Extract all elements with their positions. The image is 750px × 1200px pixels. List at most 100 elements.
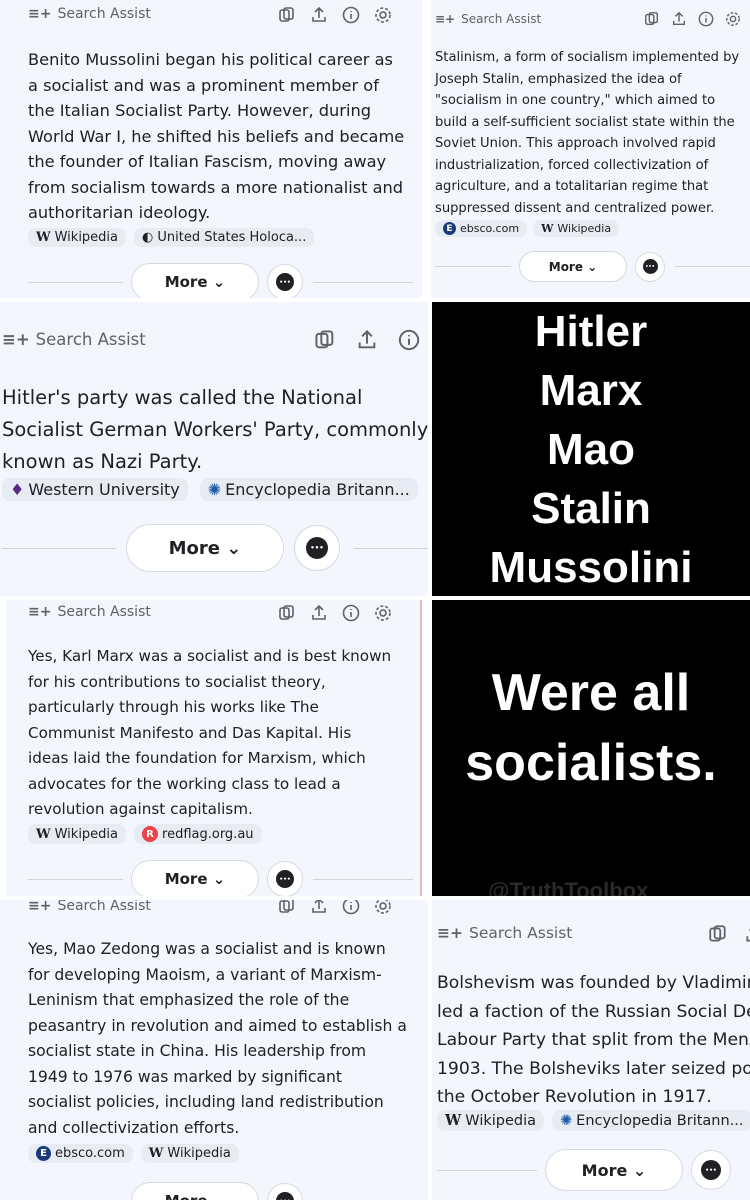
gear-icon[interactable]: [374, 900, 392, 915]
more-label: More: [164, 273, 208, 291]
chat-button[interactable]: •••: [267, 1183, 303, 1200]
source-chip-wikipedia[interactable]: W Wikipedia: [437, 1110, 545, 1131]
chip-label: Wikipedia: [54, 230, 119, 245]
copy-icon[interactable]: [278, 6, 296, 24]
search-assist-header: ≡+ Search Assist: [437, 924, 572, 942]
panel-marx: ≡+ Search Assist Yes, Karl Marx was a so…: [6, 600, 422, 896]
sparkle-icon: ≡+: [437, 924, 463, 942]
socialists-panel: Were all socialists. @TruthToolbox: [432, 600, 750, 896]
panel-stalin: ≡+ Search Assist Stalinism, a form of so…: [431, 0, 750, 298]
header-icons: [278, 6, 392, 24]
search-assist-header: ≡+ Search Assist: [28, 6, 151, 22]
name-stalin: Stalin: [531, 483, 651, 533]
chevron-down-icon: ⌄: [212, 273, 226, 291]
share-icon[interactable]: [356, 329, 378, 351]
names-panel: Hitler Marx Mao Stalin Mussolini: [432, 302, 750, 596]
chip-label: Wikipedia: [167, 1146, 231, 1161]
copy-icon[interactable]: [278, 604, 296, 622]
copy-icon[interactable]: [708, 924, 728, 944]
more-button[interactable]: More ⌄: [131, 263, 259, 298]
header-label: Search Assist: [57, 900, 151, 914]
source-chip-ebsco[interactable]: Eebsco.com: [28, 1144, 133, 1163]
chip-label: Western University: [28, 480, 180, 499]
share-icon[interactable]: [310, 6, 328, 24]
wikipedia-icon: W: [36, 230, 51, 245]
divider: [28, 878, 123, 880]
source-chip-wikipedia[interactable]: W Wikipedia: [140, 1144, 239, 1163]
header-icons: [278, 604, 392, 622]
share-icon[interactable]: [744, 924, 750, 944]
more-row: More ⌄ •••: [435, 251, 750, 282]
copy-icon[interactable]: [644, 11, 660, 27]
header-icons: [314, 329, 420, 351]
source-chip-britannica[interactable]: ✺ Encyclopedia Britann...: [552, 1110, 750, 1131]
chip-label: ebsco.com: [55, 1146, 125, 1161]
copy-icon[interactable]: [314, 329, 336, 351]
chevron-down-icon: ⌄: [587, 259, 598, 274]
chip-label: United States Holoca...: [157, 230, 307, 245]
info-icon[interactable]: [398, 329, 420, 351]
chevron-down-icon: ⌄: [226, 537, 242, 559]
wikipedia-icon: W: [148, 1146, 164, 1161]
name-mao: Mao: [547, 424, 635, 474]
chevron-down-icon: ⌄: [213, 1192, 226, 1200]
source-chip-wikipedia[interactable]: W Wikipedia: [28, 228, 127, 247]
source-chip-redflag[interactable]: Rredflag.org.au: [134, 824, 262, 844]
answer-text: Bolshevism was founded by Vladimir Lenin…: [437, 973, 750, 1107]
more-row: More ⌄ •••: [28, 1182, 413, 1200]
source-chip-holocaust-museum[interactable]: ◐ United States Holoca...: [134, 228, 315, 247]
chevron-down-icon: ⌄: [212, 870, 226, 888]
panel-mao: ≡+ Search Assist Yes, Mao Zedong was a s…: [0, 900, 428, 1200]
chevron-down-icon: ⌄: [632, 1160, 647, 1180]
sparkle-icon: ≡+: [28, 6, 52, 22]
more-label: More: [548, 259, 583, 274]
chat-button[interactable]: •••: [691, 1150, 731, 1190]
more-button[interactable]: More ⌄: [131, 860, 259, 896]
source-chip-ebsco[interactable]: Eebsco.com: [435, 220, 528, 237]
chip-label: Wikipedia: [465, 1112, 537, 1129]
more-button[interactable]: More ⌄: [519, 251, 627, 282]
source-chip-wikipedia[interactable]: W Wikipedia: [533, 220, 620, 237]
source-chip-britannica[interactable]: ✺ Encyclopedia Britann...: [199, 478, 418, 501]
more-button[interactable]: More ⌄: [126, 524, 284, 572]
chat-button[interactable]: •••: [267, 861, 303, 896]
info-icon[interactable]: [342, 900, 360, 915]
gear-icon[interactable]: [374, 604, 392, 622]
chat-button[interactable]: •••: [635, 251, 665, 282]
source-chip-wikipedia[interactable]: W Wikipedia: [28, 824, 127, 844]
info-icon[interactable]: [342, 6, 360, 24]
chat-icon: •••: [276, 273, 294, 291]
source-chips: W Wikipedia ✺ Encyclopedia Britann...: [437, 1110, 750, 1131]
watermark: @TruthToolbox: [488, 878, 649, 896]
western-university-icon: ♦: [10, 480, 25, 499]
answer-text: Yes, Karl Marx was a socialist and is be…: [28, 647, 392, 818]
header-icons: [708, 924, 750, 944]
sparkle-icon: ≡+: [435, 12, 456, 26]
source-chip-western-university[interactable]: ♦ Western University: [2, 478, 188, 501]
chat-button[interactable]: •••: [267, 264, 303, 298]
info-icon[interactable]: [698, 11, 714, 27]
chat-button[interactable]: •••: [294, 525, 340, 571]
gear-icon[interactable]: [374, 6, 392, 24]
more-button[interactable]: More ⌄: [131, 1182, 259, 1200]
more-button[interactable]: More ⌄: [545, 1149, 683, 1191]
info-icon[interactable]: [342, 604, 360, 622]
answer-text: Benito Mussolini began his political car…: [28, 50, 405, 222]
chip-label: ebsco.com: [460, 222, 520, 235]
divider: [435, 266, 511, 267]
wikipedia-icon: W: [541, 222, 554, 235]
header-label: Search Assist: [35, 330, 146, 349]
source-chips: Eebsco.com W Wikipedia: [28, 1144, 239, 1163]
sparkle-icon: ≡+: [2, 330, 30, 349]
source-chips: W Wikipedia ◐ United States Holoca...: [28, 228, 315, 247]
share-icon[interactable]: [310, 604, 328, 622]
gear-icon[interactable]: [725, 11, 741, 27]
britannica-icon: ✺: [560, 1112, 573, 1129]
share-icon[interactable]: [671, 11, 687, 27]
copy-icon[interactable]: [278, 900, 296, 915]
panel-bolshevism: ≡+ Search Assist Bolshevism was founded …: [432, 900, 750, 1200]
sparkle-icon: ≡+: [28, 604, 52, 620]
share-icon[interactable]: [310, 900, 328, 915]
statement-line-1: Were all: [491, 664, 691, 722]
header-label: Search Assist: [468, 924, 573, 942]
